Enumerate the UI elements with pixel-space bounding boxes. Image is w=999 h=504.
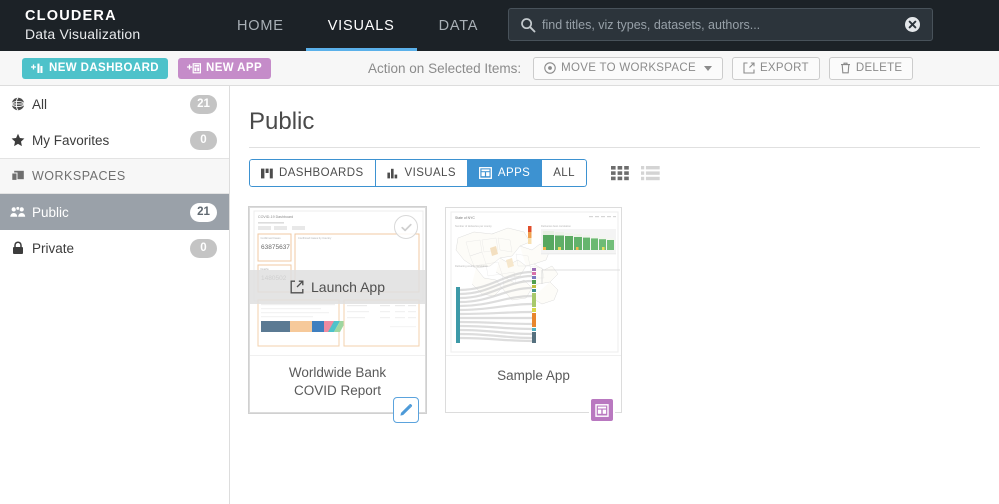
svg-text:Number of deliveries per count: Number of deliveries per county — [455, 224, 492, 228]
search-icon — [520, 17, 536, 33]
launch-app-label: Launch App — [311, 279, 385, 295]
users-icon — [10, 206, 26, 218]
search-box[interactable] — [508, 8, 933, 41]
card-worldwide-bank-covid-report[interactable]: COVID-19 Dashboard Confirmed Cases 63875… — [249, 207, 426, 423]
lock-icon — [10, 241, 26, 255]
tab-apps[interactable]: APPS — [467, 159, 543, 187]
app-icon — [478, 167, 492, 179]
tab-all-label: ALL — [553, 167, 575, 179]
main-nav-items: HOME VISUALS DATA — [215, 0, 500, 51]
sidebar-item-all-label: All — [32, 96, 48, 112]
sidebar-item-my-favorites-count: 0 — [190, 130, 217, 150]
new-app-button[interactable]: NEW APP — [177, 57, 272, 79]
tab-visuals[interactable]: VISUALS — [375, 159, 468, 187]
delete-label: DELETE — [855, 62, 903, 74]
tab-dashboards[interactable]: DASHBOARDS — [249, 159, 376, 187]
card-thumbnail: State of NYC Number of deliveries per co… — [446, 208, 621, 356]
card-grid: COVID-19 Dashboard Confirmed Cases 63875… — [249, 187, 999, 423]
globe-icon — [10, 97, 26, 111]
svg-text:63875637: 63875637 — [261, 244, 290, 251]
sidebar-item-private-count: 0 — [190, 238, 217, 258]
new-app-label: NEW APP — [205, 62, 263, 74]
chevron-down-icon — [703, 65, 712, 71]
tab-visuals-label: VISUALS — [404, 167, 456, 179]
svg-text:State of NYC: State of NYC — [455, 216, 475, 220]
export-label: EXPORT — [759, 62, 809, 74]
tab-all[interactable]: ALL — [542, 159, 587, 187]
svg-text:Confirmed Cases by Country: Confirmed Cases by Country — [298, 236, 332, 240]
nav-item-home[interactable]: HOME — [215, 0, 306, 51]
search-input[interactable] — [542, 17, 904, 32]
sidebar-item-my-favorites-label: My Favorites — [32, 132, 110, 148]
content-type-tabs: DASHBOARDS VISUALS APPS ALL — [249, 159, 587, 187]
tab-dashboards-label: DASHBOARDS — [279, 167, 364, 179]
add-dashboard-icon — [31, 63, 43, 73]
sidebar-item-public-count: 21 — [190, 202, 217, 222]
page-body: All 21 My Favorites 0 WORKSPACES Public … — [0, 86, 999, 504]
tab-apps-label: APPS — [497, 167, 531, 179]
svg-text:Deliveries best correlation: Deliveries best correlation — [541, 224, 571, 228]
app-icon — [595, 403, 609, 417]
thumbnail-preview-sample-app: State of NYC Number of deliveries per co… — [446, 208, 621, 355]
delete-button[interactable]: DELETE — [828, 56, 914, 80]
move-target-icon — [544, 62, 556, 74]
pencil-icon — [400, 404, 413, 416]
sidebar: All 21 My Favorites 0 WORKSPACES Public … — [0, 86, 230, 504]
nav-item-data[interactable]: DATA — [417, 0, 501, 51]
nav-item-home-label: HOME — [237, 17, 284, 34]
sidebar-item-private[interactable]: Private 0 — [0, 230, 229, 266]
new-dashboard-label: NEW DASHBOARD — [49, 62, 159, 74]
main-content: Public DASHBOARDS VISUALS APPS ALL COVID… — [230, 86, 999, 504]
card-sample-app[interactable]: State of NYC Number of deliveries per co… — [445, 207, 622, 423]
brand-name: CLOUDERA — [25, 7, 117, 24]
card-thumbnail: COVID-19 Dashboard Confirmed Cases 63875… — [250, 208, 425, 356]
bar-chart-icon — [386, 168, 397, 178]
sidebar-item-my-favorites[interactable]: My Favorites 0 — [0, 122, 229, 158]
new-dashboard-button[interactable]: NEW DASHBOARD — [22, 57, 168, 79]
svg-text:COVID-19 Dashboard: COVID-19 Dashboard — [258, 215, 293, 219]
app-type-badge[interactable] — [589, 397, 615, 423]
move-to-workspace-button[interactable]: MOVE TO WORKSPACE — [533, 56, 723, 80]
check-icon — [400, 223, 412, 231]
search-container — [508, 8, 933, 41]
sidebar-item-public-label: Public — [32, 204, 69, 220]
edit-card-button[interactable] — [393, 397, 419, 423]
content-type-tabs-row: DASHBOARDS VISUALS APPS ALL — [249, 148, 999, 187]
card-title: Sample App — [497, 367, 570, 383]
svg-text:Delivering county correlation: Delivering county correlation — [455, 264, 488, 268]
top-navigation-bar: CLOUDERA Data Visualization HOME VISUALS… — [0, 0, 999, 51]
launch-app-overlay-button[interactable]: Launch App — [250, 270, 425, 304]
sidebar-group-workspaces: WORKSPACES — [0, 158, 229, 194]
thumbnail-graphic: State of NYC Number of deliveries per co… — [446, 208, 621, 355]
list-view-icon[interactable] — [640, 165, 660, 181]
view-toggles — [610, 165, 660, 181]
layers-icon — [10, 170, 26, 183]
sidebar-item-public[interactable]: Public 21 — [0, 194, 229, 230]
clear-circle-icon[interactable] — [904, 16, 921, 33]
dashboard-icon — [261, 168, 273, 178]
svg-text:Confirmed Cases: Confirmed Cases — [261, 236, 282, 240]
nav-item-data-label: DATA — [438, 17, 479, 34]
sidebar-item-private-label: Private — [32, 240, 75, 256]
brand-product: Data Visualization — [25, 25, 141, 42]
sidebar-item-all-count: 21 — [190, 94, 217, 114]
nav-item-visuals-label: VISUALS — [327, 17, 395, 34]
action-on-selected-label: Action on Selected Items: — [368, 60, 522, 76]
card-select-checkbox[interactable] — [394, 215, 418, 239]
grid-view-icon[interactable] — [610, 165, 630, 181]
move-to-workspace-label: MOVE TO WORKSPACE — [561, 62, 696, 74]
star-icon — [10, 133, 26, 147]
page-title: Public — [249, 108, 315, 135]
add-app-icon — [186, 62, 201, 73]
nav-item-visuals[interactable]: VISUALS — [305, 0, 417, 51]
export-icon — [743, 62, 755, 74]
brand-logo[interactable]: CLOUDERA Data Visualization — [0, 7, 215, 43]
sidebar-item-all[interactable]: All 21 — [0, 86, 229, 122]
external-link-icon — [290, 280, 304, 294]
sidebar-group-workspaces-label: WORKSPACES — [32, 169, 126, 183]
action-toolbar: NEW DASHBOARD NEW APP Action on Selected… — [0, 51, 999, 86]
trash-icon — [840, 62, 850, 74]
export-button[interactable]: EXPORT — [731, 56, 820, 80]
